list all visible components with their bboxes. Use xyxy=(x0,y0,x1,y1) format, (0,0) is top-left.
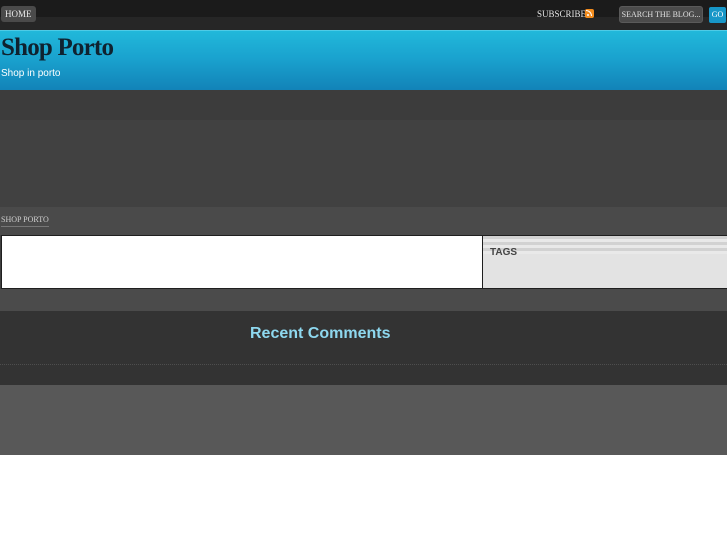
tags-widget-header-stripes xyxy=(483,236,727,254)
content-divider xyxy=(0,289,727,311)
subscribe-link[interactable]: SUBSCRIBE xyxy=(537,7,586,21)
search-go-button[interactable]: GO xyxy=(709,7,726,23)
site-title[interactable]: Shop Porto xyxy=(1,34,114,62)
rss-icon[interactable] xyxy=(585,9,594,18)
top-navigation-bar: HOME SUBSCRIBE GO xyxy=(0,0,727,30)
site-header: Shop Porto Shop in porto xyxy=(0,30,727,90)
site-tagline: Shop in porto xyxy=(1,68,61,79)
main-content-area xyxy=(1,235,483,289)
banner-area xyxy=(0,90,727,207)
page: HOME SUBSCRIBE GO Shop Porto Shop in por… xyxy=(0,0,727,455)
tags-widget-title: TAGS xyxy=(490,247,518,258)
breadcrumb-bar: SHOP PORTO xyxy=(0,207,727,235)
recent-comments-title: Recent Comments xyxy=(250,325,391,342)
breadcrumb-home-link[interactable]: SHOP PORTO xyxy=(1,215,49,227)
search-input[interactable] xyxy=(619,6,703,23)
footer-widgets: Recent Comments xyxy=(0,311,727,385)
home-nav-link[interactable]: HOME xyxy=(1,6,36,22)
footer-bottom xyxy=(0,385,727,455)
tags-widget: TAGS xyxy=(483,235,727,289)
footer-divider xyxy=(0,364,727,365)
